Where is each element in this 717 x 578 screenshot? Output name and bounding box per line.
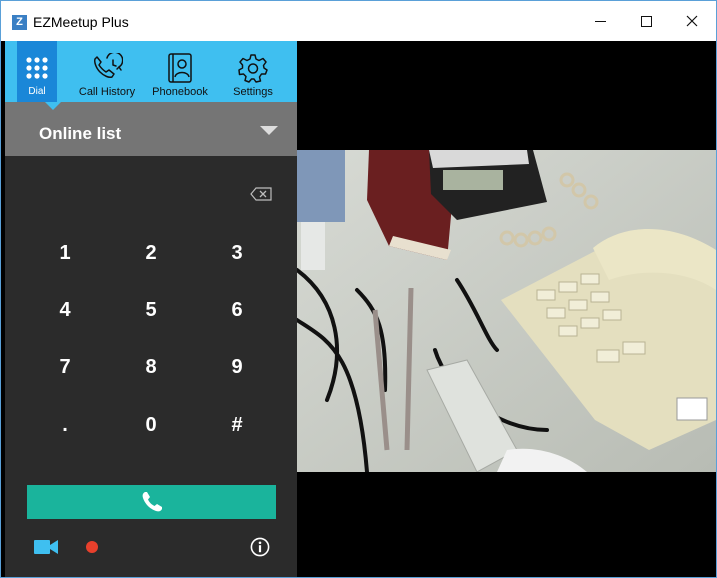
key-5[interactable]: 5 bbox=[121, 290, 181, 330]
dial-panel: Dial Call History Phonebook Settings Onl… bbox=[5, 41, 297, 577]
desk-scene-image bbox=[297, 150, 716, 472]
maximize-button[interactable] bbox=[623, 1, 669, 41]
window-title: EZMeetup Plus bbox=[33, 14, 129, 30]
online-list-dropdown[interactable]: Online list bbox=[5, 102, 297, 156]
key-4[interactable]: 4 bbox=[35, 290, 95, 330]
tab-phonebook-label: Phonebook bbox=[152, 86, 208, 98]
tab-settings-label: Settings bbox=[233, 86, 273, 98]
call-button[interactable] bbox=[27, 485, 276, 519]
tab-bar: Dial Call History Phonebook Settings bbox=[5, 41, 297, 102]
minimize-button[interactable] bbox=[577, 1, 623, 41]
dialpad-icon bbox=[26, 57, 48, 79]
key-8[interactable]: 8 bbox=[121, 347, 181, 387]
info-icon[interactable] bbox=[250, 537, 270, 557]
key-1[interactable]: 1 bbox=[35, 233, 95, 273]
title-bar[interactable]: Z EZMeetup Plus bbox=[1, 1, 716, 41]
close-button[interactable] bbox=[669, 1, 715, 41]
camera-preview-image bbox=[297, 150, 716, 472]
key-6[interactable]: 6 bbox=[207, 290, 267, 330]
call-history-icon bbox=[94, 53, 123, 78]
key-dot[interactable]: . bbox=[35, 405, 95, 445]
tab-call-history-label: Call History bbox=[78, 86, 136, 98]
tab-phonebook[interactable]: Phonebook bbox=[147, 41, 213, 102]
active-tab-pointer bbox=[45, 102, 61, 110]
gear-icon bbox=[238, 54, 268, 83]
app-logo-icon: Z bbox=[12, 15, 27, 30]
tab-dial-label: Dial bbox=[28, 86, 46, 97]
key-0[interactable]: 0 bbox=[121, 405, 181, 445]
key-9[interactable]: 9 bbox=[207, 347, 267, 387]
tab-dial[interactable]: Dial bbox=[17, 41, 57, 102]
key-2[interactable]: 2 bbox=[121, 233, 181, 273]
tab-call-history[interactable]: Call History bbox=[73, 41, 141, 102]
phone-icon bbox=[142, 492, 162, 512]
close-icon bbox=[686, 15, 698, 27]
key-hash[interactable]: # bbox=[207, 405, 267, 445]
minimize-icon bbox=[594, 20, 606, 22]
app-window: Z EZMeetup Plus Dial Call History Phoneb… bbox=[0, 0, 717, 578]
tab-settings[interactable]: Settings bbox=[227, 41, 279, 102]
phonebook-icon bbox=[168, 53, 192, 83]
record-icon[interactable] bbox=[85, 540, 99, 554]
video-camera-icon[interactable] bbox=[34, 540, 58, 554]
chevron-down-icon[interactable] bbox=[260, 126, 278, 136]
backspace-icon[interactable] bbox=[250, 187, 272, 201]
maximize-icon bbox=[640, 15, 652, 27]
video-area bbox=[297, 41, 716, 577]
dropdown-selected-label: Online list bbox=[39, 124, 122, 143]
key-7[interactable]: 7 bbox=[35, 347, 95, 387]
key-3[interactable]: 3 bbox=[207, 233, 267, 273]
